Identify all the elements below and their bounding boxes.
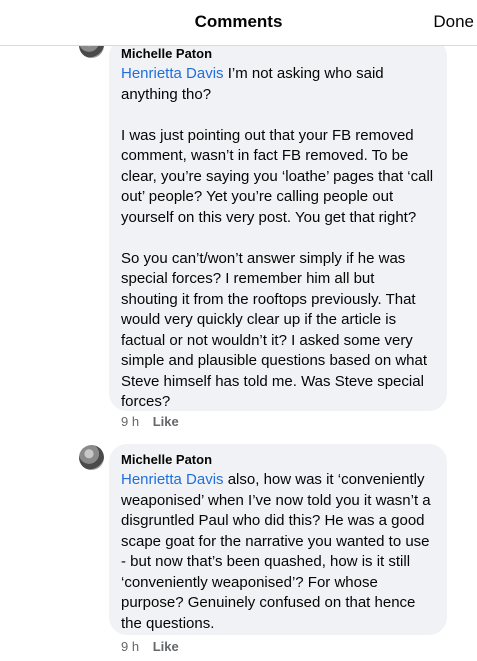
avatar[interactable]	[79, 445, 104, 470]
comments-screen: Michelle Paton Henrietta Davis I’m not a…	[0, 0, 477, 661]
mention-link[interactable]: Henrietta Davis	[121, 65, 224, 82]
page-title: Comments	[194, 12, 283, 31]
comment-meta: 9 h Like	[121, 639, 179, 655]
mention-link[interactable]: Henrietta Davis	[121, 471, 224, 488]
like-button[interactable]: Like	[153, 639, 179, 654]
done-button[interactable]: Done	[433, 12, 474, 32]
comment-text: Henrietta Davis I’m not asking who said …	[121, 64, 435, 413]
comment-author[interactable]: Michelle Paton	[121, 452, 435, 468]
header-bar: Comments Done	[0, 0, 477, 46]
comment-timestamp: 9 h	[121, 639, 140, 654]
comment-bubble: Michelle Paton Henrietta Davis I’m not a…	[109, 38, 447, 411]
like-button[interactable]: Like	[153, 414, 179, 429]
comment-timestamp: 9 h	[121, 414, 140, 429]
comment-author[interactable]: Michelle Paton	[121, 46, 435, 62]
comment-body: I’m not asking who said anything tho? I …	[121, 65, 434, 410]
comment-meta: 9 h Like	[121, 414, 179, 430]
comment-body: also, how was it ‘conveniently weaponise…	[121, 471, 435, 632]
comment-bubble: Michelle Paton Henrietta Davis also, how…	[109, 444, 447, 635]
comment-text: Henrietta Davis also, how was it ‘conven…	[121, 470, 435, 634]
